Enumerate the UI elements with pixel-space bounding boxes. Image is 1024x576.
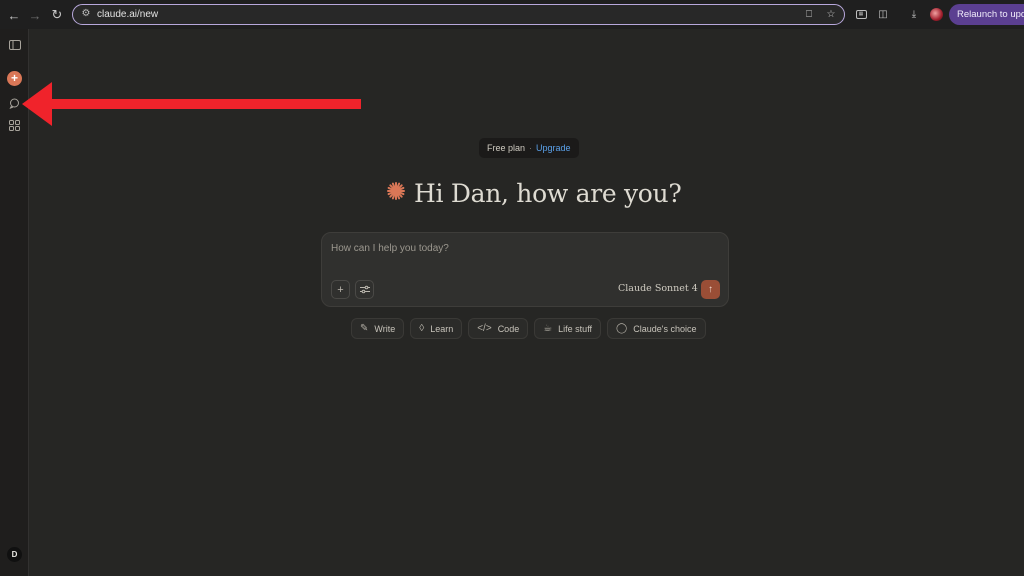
plan-label: Free plan [487,143,526,153]
greeting: Hi Dan, how are you? [386,175,682,211]
chip-write[interactable]: ✎ Write [351,318,405,339]
prompt-chips: ✎ Write ◊ Learn </> Code ☕ Life stuff ◯ … [351,318,706,339]
chip-label: Learn [430,323,454,334]
chip-label: Life stuff [558,323,593,334]
site-info-icon[interactable]: ⚙ [80,8,92,20]
projects-icon[interactable] [7,118,22,133]
download-icon[interactable]: ⤓ [906,6,922,22]
model-name: Claude Sonnet 4 [618,283,698,294]
extensions-puzzle-icon[interactable]: ◫ [875,6,891,22]
user-avatar[interactable]: D [7,547,22,562]
plus-icon: + [337,283,344,296]
pencil-icon: ✎ [360,323,369,334]
profile-avatar[interactable] [928,6,944,22]
extension-icon[interactable]: ▦ [853,6,869,22]
back-icon[interactable]: ← [3,4,25,26]
coffee-icon: ☕ [543,323,553,334]
arrow-up-icon: ↑ [708,284,713,295]
composer: + Claude Sonnet 4 ⌄ ↑ [321,232,729,307]
browser-toolbar: ← → ↻ ⚙ claude.ai/new ⎕ ☆ ▦ ◫ ⤓ Relaunch… [0,0,1024,29]
model-selector[interactable]: Claude Sonnet 4 ⌄ [618,283,707,294]
address-bar[interactable]: ⚙ claude.ai/new ⎕ ☆ [72,4,845,25]
toggle-sidebar-icon[interactable] [7,37,22,52]
claude-logo-icon [386,181,406,206]
chip-label: Claude's choice [633,323,697,334]
message-input[interactable] [331,243,711,254]
bookmark-star-icon[interactable]: ☆ [824,7,838,21]
add-attachment-button[interactable]: + [331,280,350,299]
chip-learn[interactable]: ◊ Learn [410,318,463,339]
sliders-icon [359,285,370,294]
chip-life-stuff[interactable]: ☕ Life stuff [534,318,602,339]
url-text[interactable]: claude.ai/new [97,8,158,21]
chip-claudes-choice[interactable]: ◯ Claude's choice [607,318,706,339]
greeting-text: Hi Dan, how are you? [414,178,682,208]
plan-separator: · [529,143,533,153]
annotation-arrow [22,82,361,126]
send-button[interactable]: ↑ [701,280,720,299]
forward-icon[interactable]: → [24,4,46,26]
chip-code[interactable]: </> Code [468,318,529,339]
install-app-icon[interactable]: ⎕ [802,7,816,21]
chip-label: Code [497,323,520,334]
reload-icon[interactable]: ↻ [46,4,68,26]
lightbulb-icon: ◯ [616,323,628,334]
chip-label: Write [374,323,396,334]
relaunch-button[interactable]: Relaunch to update [949,4,1024,25]
code-icon: </> [477,323,492,334]
graduation-cap-icon: ◊ [419,323,425,334]
tools-button[interactable] [355,280,374,299]
new-chat-icon[interactable]: + [7,71,22,86]
upgrade-link[interactable]: Upgrade [536,143,571,153]
chats-icon[interactable] [7,96,22,111]
plan-badge: Free plan · Upgrade [479,138,579,158]
